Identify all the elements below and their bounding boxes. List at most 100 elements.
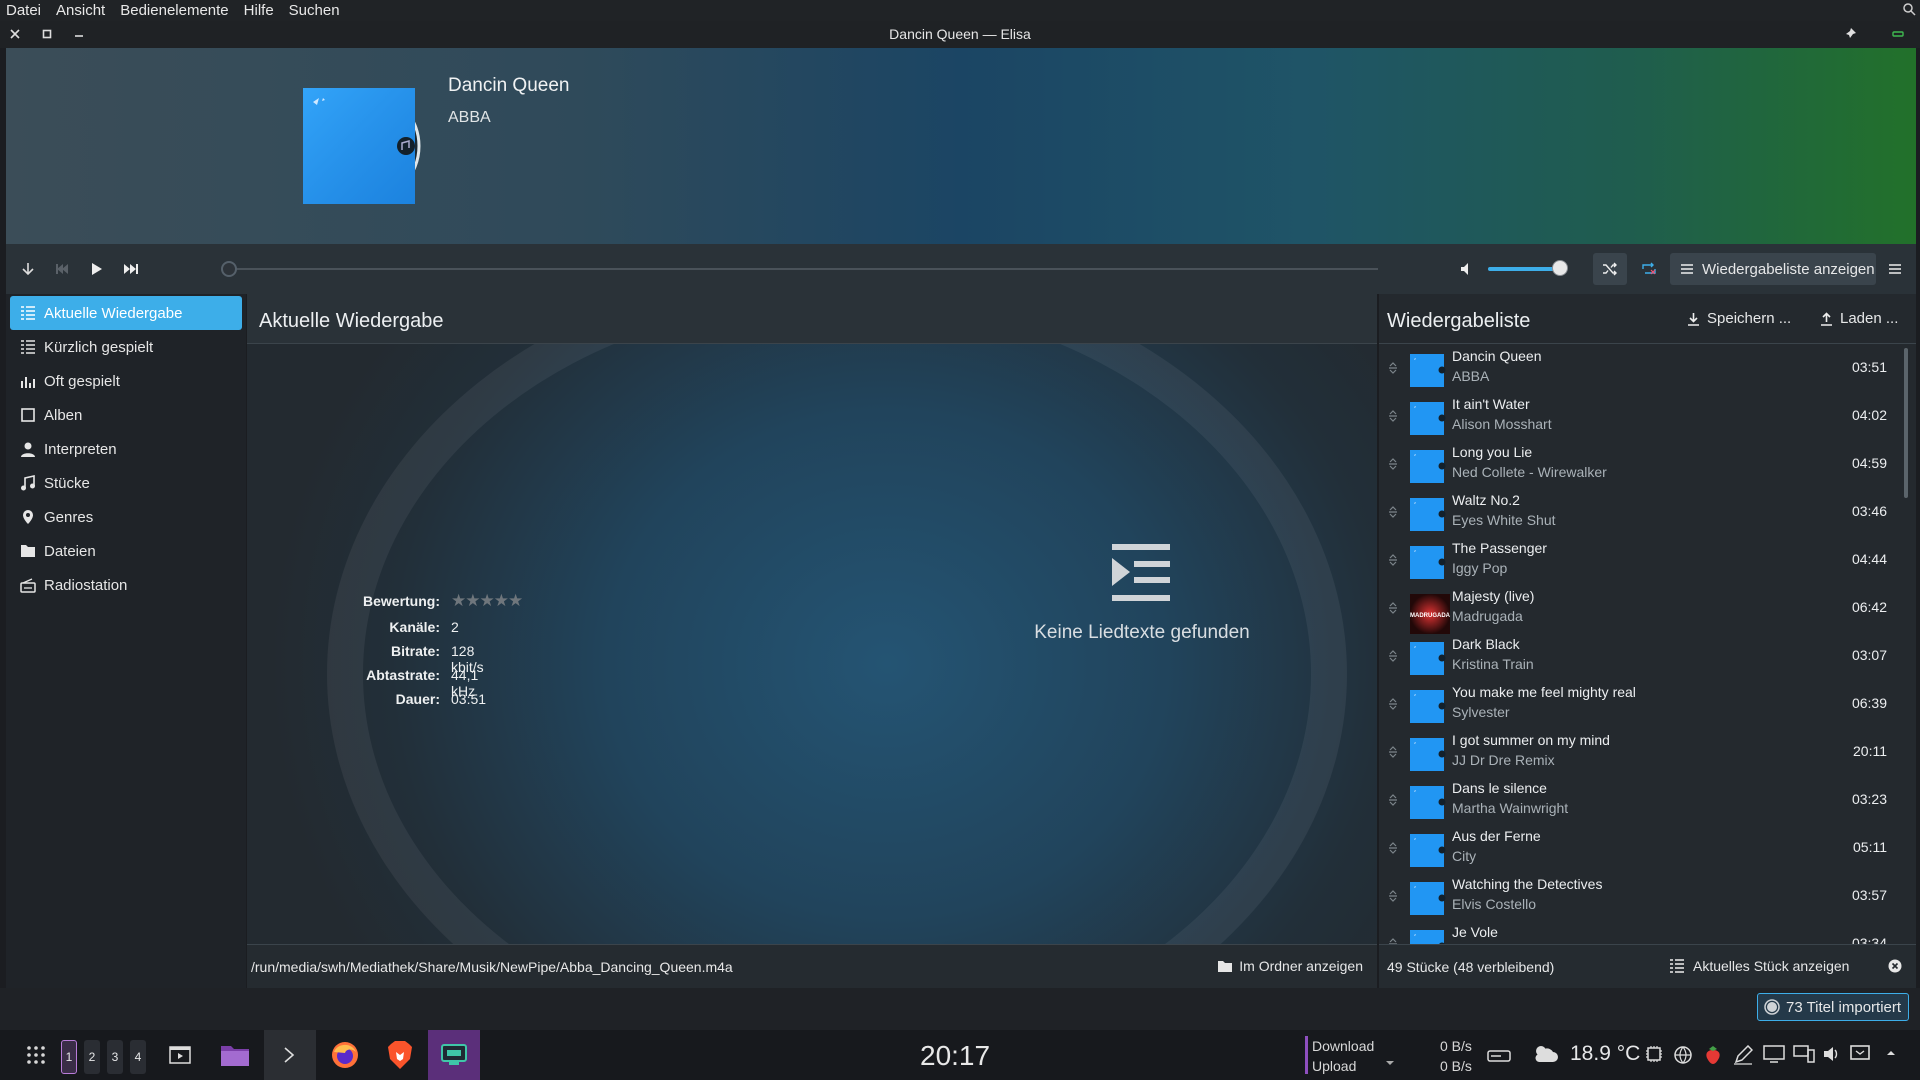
- drag-handle-icon[interactable]: [1388, 793, 1398, 807]
- drag-handle-icon[interactable]: [1388, 457, 1398, 471]
- playlist-row[interactable]: MADRUGADA Majesty (live) Madrugada 06:42: [1379, 584, 1903, 634]
- seek-slider[interactable]: [221, 261, 1378, 277]
- drag-handle-icon[interactable]: [1388, 409, 1398, 423]
- rating-star-icon[interactable]: ★: [465, 591, 480, 610]
- show-current-track-button[interactable]: Aktuelles Stück anzeigen: [1669, 958, 1849, 974]
- playlist-row[interactable]: Dancin Queen ABBA 03:51: [1379, 344, 1903, 392]
- drag-handle-icon[interactable]: [1388, 841, 1398, 855]
- show-playlist-button[interactable]: Wiedergabeliste anzeigen: [1670, 253, 1876, 285]
- playlist-row[interactable]: Watching the Detectives Elvis Costello 03:…: [1379, 872, 1903, 920]
- weather-icon[interactable]: [1531, 1042, 1559, 1066]
- menu-datei[interactable]: Datei: [6, 2, 41, 19]
- playlist-row[interactable]: The Passenger Iggy Pop 04:44: [1379, 536, 1903, 584]
- display-icon[interactable]: [1763, 1045, 1785, 1063]
- sidebar-item-album[interactable]: Alben: [10, 398, 242, 432]
- open-folder-button[interactable]: Im Ordner anzeigen: [1218, 958, 1363, 974]
- playlist-row[interactable]: I got summer on my mind JJ Dr Dre Remix 20…: [1379, 728, 1903, 776]
- playlist-row[interactable]: It ain't Water Alison Mosshart 04:02: [1379, 392, 1903, 440]
- track-duration: 04:02: [1851, 407, 1887, 423]
- drag-handle-icon[interactable]: [1388, 649, 1398, 663]
- sidebar-item-folder[interactable]: Dateien: [10, 534, 242, 568]
- rating-star-icon[interactable]: ★: [494, 591, 509, 610]
- sidebar-item-bar-chart[interactable]: Oft gespielt: [10, 364, 242, 398]
- pen-icon[interactable]: [1733, 1045, 1753, 1065]
- menu-suchen[interactable]: Suchen: [289, 2, 340, 19]
- drag-handle-icon[interactable]: [1388, 937, 1398, 944]
- sidebar-item-radio[interactable]: Radiostation: [10, 568, 242, 602]
- playlist-row[interactable]: You make me feel mighty real Sylvester 06:…: [1379, 680, 1903, 728]
- chevron-up-icon[interactable]: [1886, 1050, 1896, 1056]
- menu-bedienelemente[interactable]: Bedienelemente: [120, 2, 228, 19]
- media-player-icon[interactable]: [154, 1030, 206, 1080]
- drag-handle-icon[interactable]: [1388, 553, 1398, 567]
- speaker-icon[interactable]: [1823, 1045, 1841, 1063]
- clock[interactable]: 20:17: [920, 1040, 990, 1072]
- network-graph-bar: [1305, 1036, 1308, 1074]
- pin-icon[interactable]: [1842, 26, 1858, 42]
- playlist-row[interactable]: Long you Lie Ned Collete - Wirewalker 04:5…: [1379, 440, 1903, 488]
- menu-hilfe[interactable]: Hilfe: [244, 2, 274, 19]
- playlist-row[interactable]: Je Vole 03:34: [1379, 920, 1903, 944]
- cpu-icon[interactable]: [1645, 1045, 1663, 1063]
- play-icon[interactable]: [85, 257, 109, 281]
- seek-handle[interactable]: [221, 261, 237, 277]
- track-artist: ABBA: [1452, 368, 1490, 384]
- shuffle-button[interactable]: [1593, 253, 1627, 285]
- menu-ansicht[interactable]: Ansicht: [56, 2, 105, 19]
- track-title: Aus der Ferne: [1452, 828, 1541, 844]
- sidebar-item-recent[interactable]: Kürzlich gespielt: [10, 330, 242, 364]
- clear-playlist-icon[interactable]: [1888, 959, 1902, 973]
- playlist-row[interactable]: Dark Black Kristina Train 03:07: [1379, 632, 1903, 680]
- track-title: Majesty (live): [1452, 588, 1535, 604]
- strawberry-icon[interactable]: [1703, 1045, 1723, 1065]
- drag-handle-icon[interactable]: [1388, 745, 1398, 759]
- desktop-1[interactable]: 1: [61, 1040, 77, 1074]
- load-playlist-button[interactable]: Laden ...: [1820, 310, 1898, 327]
- drag-handle-icon[interactable]: [1388, 361, 1398, 375]
- repeat-button[interactable]: [1632, 253, 1666, 285]
- sidebar-item-music-note[interactable]: Stücke: [10, 466, 242, 500]
- vpn-globe-icon[interactable]: [1673, 1045, 1693, 1065]
- drag-handle-icon[interactable]: [1388, 889, 1398, 903]
- hamburger-menu-icon[interactable]: [1883, 257, 1907, 281]
- playlist-row[interactable]: Dans le silence Martha Wainwright 03:23: [1379, 776, 1903, 824]
- elisa-app-icon[interactable]: [428, 1030, 480, 1080]
- playlist-row[interactable]: Aus der Ferne City 05:11: [1379, 824, 1903, 872]
- drag-handle-icon[interactable]: [1388, 505, 1398, 519]
- save-playlist-button[interactable]: Speichern ...: [1687, 310, 1791, 327]
- sidebar-item-person[interactable]: Interpreten: [10, 432, 242, 466]
- desktop-2[interactable]: 2: [84, 1040, 100, 1074]
- track-duration: 03:46: [1851, 503, 1887, 519]
- desktop-3[interactable]: 3: [107, 1040, 123, 1074]
- playlist-row[interactable]: Waltz No.2 Eyes White Shut 03:46: [1379, 488, 1903, 536]
- previous-icon[interactable]: [50, 257, 74, 281]
- drag-handle-icon[interactable]: [1388, 697, 1398, 711]
- file-manager-icon[interactable]: [209, 1030, 261, 1080]
- firefox-icon[interactable]: [319, 1030, 371, 1080]
- sidebar-item-label: Stücke: [44, 474, 90, 492]
- now-playing-view: Aktuelle Wiedergabe Bewertung: ★★★★★ Kan…: [247, 294, 1377, 988]
- chevron-down-icon[interactable]: [1385, 1060, 1395, 1066]
- sidebar-item-genre-pin[interactable]: Genres: [10, 500, 242, 534]
- rating-star-icon[interactable]: ★: [508, 591, 523, 610]
- app-launcher-icon[interactable]: [10, 1030, 62, 1080]
- volume-icon[interactable]: [1456, 257, 1480, 281]
- devices-icon[interactable]: [1793, 1045, 1815, 1063]
- terminal-icon[interactable]: [264, 1030, 316, 1080]
- volume-handle[interactable]: [1551, 260, 1568, 276]
- rating-star-icon[interactable]: ★: [480, 591, 495, 610]
- desktop-4[interactable]: 4: [130, 1040, 146, 1074]
- import-status-button[interactable]: 73 Titel importiert: [1757, 993, 1909, 1021]
- menu-search-icon[interactable]: [1902, 2, 1916, 16]
- playlist-scrollbar[interactable]: [1904, 348, 1908, 498]
- brave-icon[interactable]: [374, 1030, 426, 1080]
- storage-icon[interactable]: [1487, 1045, 1511, 1065]
- volume-slider[interactable]: [1488, 260, 1580, 276]
- next-icon[interactable]: [119, 257, 143, 281]
- notifications-icon[interactable]: [1850, 1045, 1870, 1063]
- rating-stars[interactable]: ★★★★★: [451, 591, 523, 611]
- rating-star-icon[interactable]: ★: [451, 591, 466, 610]
- sidebar-item-now-playing[interactable]: Aktuelle Wiedergabe: [10, 296, 242, 330]
- drag-handle-icon[interactable]: [1388, 601, 1398, 615]
- collapse-header-icon[interactable]: [16, 257, 40, 281]
